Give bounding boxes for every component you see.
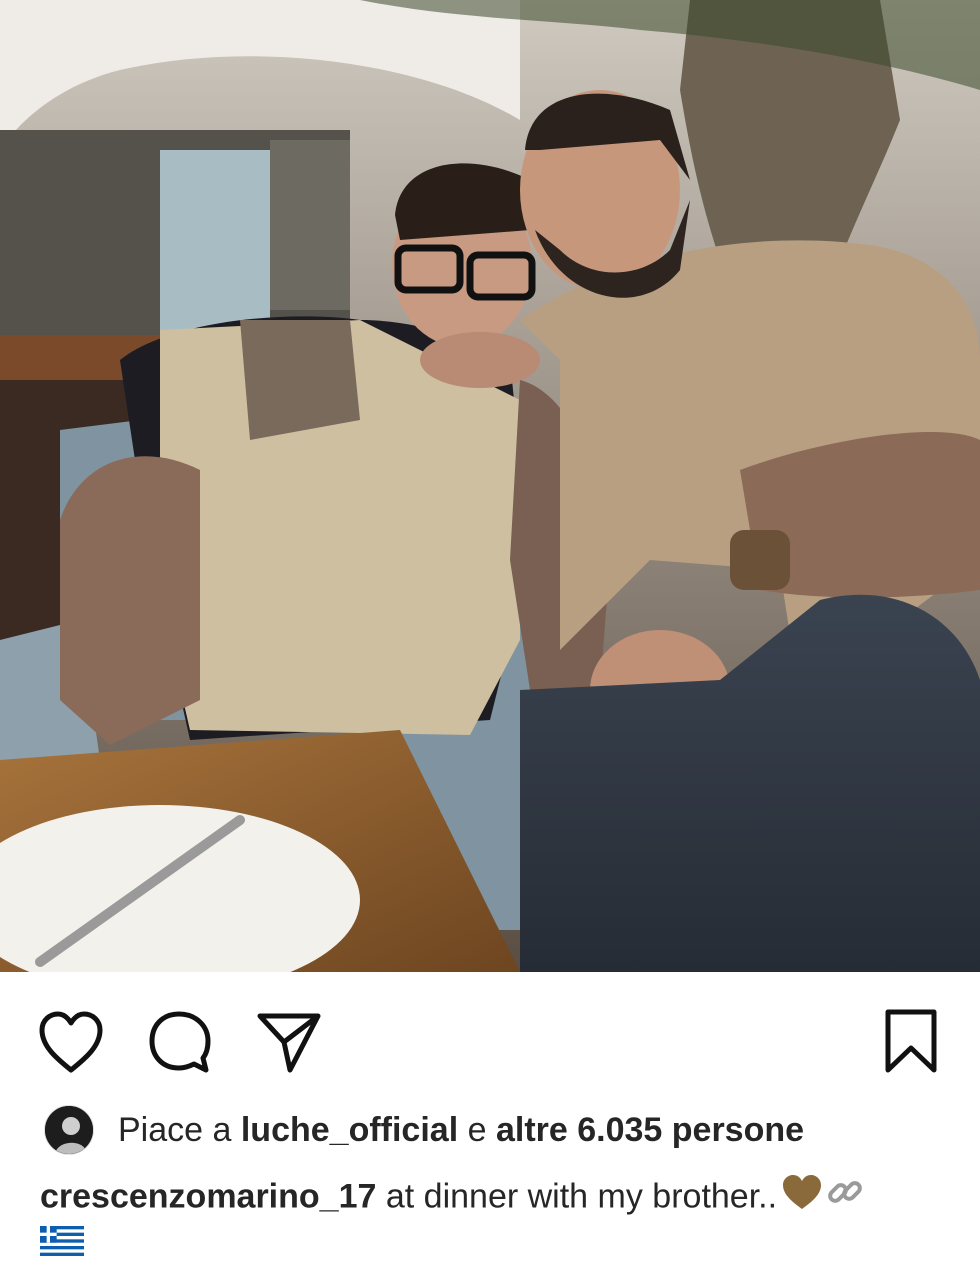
liker-username[interactable]: luche_official bbox=[241, 1111, 458, 1149]
caption-text: at dinner with my brother.. bbox=[385, 1177, 778, 1216]
brown-heart-icon bbox=[781, 1173, 823, 1224]
likes-count[interactable]: altre 6.035 persone bbox=[496, 1111, 804, 1149]
link-icon bbox=[825, 1172, 865, 1225]
greece-flag-icon bbox=[40, 1226, 84, 1261]
bookmark-icon[interactable] bbox=[876, 1008, 946, 1078]
likes-summary[interactable]: Piace a luche_official e altre 6.035 per… bbox=[44, 1104, 804, 1156]
heart-icon[interactable] bbox=[36, 1008, 106, 1078]
caption-username[interactable]: crescenzomarino_17 bbox=[40, 1177, 376, 1215]
likes-prefix: Piace a bbox=[118, 1111, 232, 1149]
post-action-bar bbox=[0, 972, 980, 1092]
avatar[interactable] bbox=[44, 1105, 94, 1155]
likes-joiner: e bbox=[467, 1111, 487, 1149]
share-icon[interactable] bbox=[254, 1008, 324, 1078]
post-photo[interactable] bbox=[0, 0, 980, 972]
post-caption: crescenzomarino_17 at dinner with my bro… bbox=[40, 1172, 865, 1225]
comment-icon[interactable] bbox=[144, 1008, 214, 1078]
likes-text: Piace a luche_official e altre 6.035 per… bbox=[118, 1110, 804, 1150]
